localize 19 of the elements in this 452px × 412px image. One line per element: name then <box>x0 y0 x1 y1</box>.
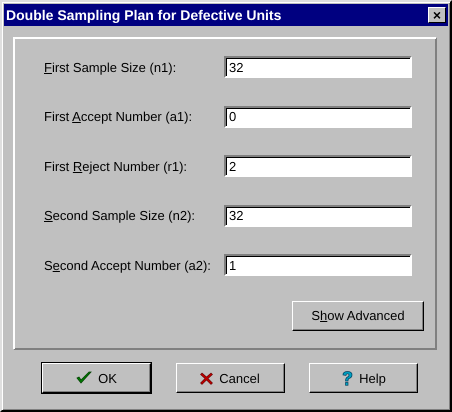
field-label: Second Accept Number (a2): <box>44 258 211 272</box>
close-button[interactable]: × <box>428 7 446 23</box>
window-title: Double Sampling Plan for Defective Units <box>6 7 282 23</box>
ok-button[interactable]: OK <box>42 363 151 393</box>
input-field[interactable]: 32 <box>224 56 412 78</box>
input-field[interactable]: 0 <box>224 106 412 128</box>
field-label: First Reject Number (r1): <box>44 158 188 174</box>
question-mark-icon <box>341 370 354 386</box>
field-label: First Sample Size (n1): <box>44 60 176 74</box>
show-advanced-button[interactable]: Show Advanced <box>292 300 424 330</box>
field-label: First Accept Number (a1): <box>44 109 192 124</box>
x-mark-icon <box>200 372 214 384</box>
input-field[interactable]: 2 <box>224 155 412 177</box>
input-field[interactable]: 1 <box>224 254 412 276</box>
field-label: Second Sample Size (n2): <box>44 208 196 223</box>
cancel-button[interactable]: Cancel <box>176 363 284 393</box>
input-field[interactable]: 32 <box>224 204 412 226</box>
checkmark-icon <box>76 371 92 385</box>
help-button[interactable]: Help <box>309 363 418 393</box>
